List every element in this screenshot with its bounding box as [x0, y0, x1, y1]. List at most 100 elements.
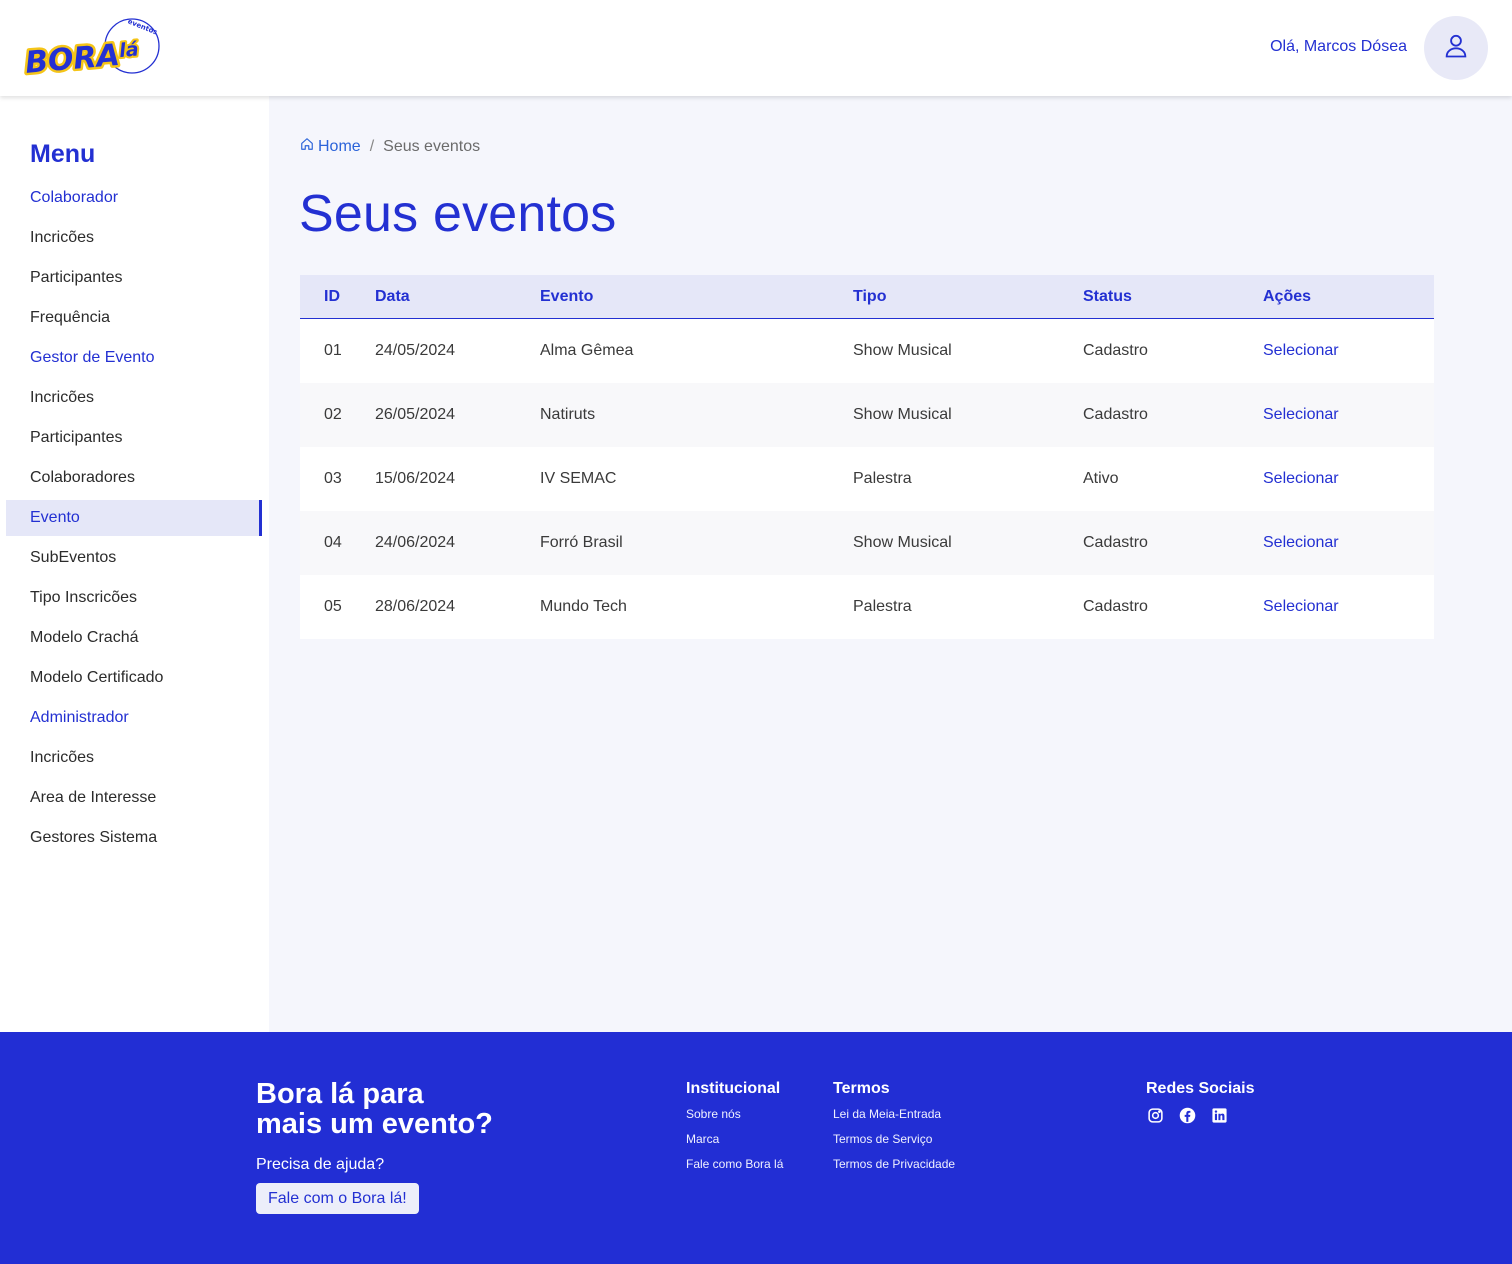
cell-status: Cadastro	[1083, 342, 1148, 359]
footer-link-marca[interactable]: Marca	[686, 1131, 783, 1156]
sidebar-item-gestores-sistema[interactable]: Gestores Sistema	[6, 820, 262, 856]
sidebar-item-gestor-participantes[interactable]: Participantes	[6, 420, 262, 456]
cell-id: 01	[324, 342, 342, 359]
menu-title: Menu	[30, 140, 96, 168]
main-content: Home / Seus eventos Seus eventos ID Data…	[269, 96, 1512, 1032]
cell-date: 24/06/2024	[375, 534, 456, 551]
select-event-link[interactable]: Selecionar	[1263, 470, 1410, 488]
breadcrumb-separator: /	[369, 137, 375, 155]
sidebar-item-colaboradores[interactable]: Colaboradores	[6, 460, 262, 496]
sidebar-section-administrador[interactable]: Administrador	[6, 700, 262, 736]
sidebar-item-evento[interactable]: Evento	[6, 500, 262, 536]
cell-status: Ativo	[1083, 470, 1119, 487]
table-row: 03 15/06/2024 IV SEMAC Palestra Ativo Se…	[300, 447, 1434, 511]
cell-type: Show Musical	[853, 342, 952, 359]
cell-id: 02	[324, 406, 342, 423]
column-header-acoes: Ações	[1263, 287, 1312, 305]
user-greeting: Olá, Marcos Dósea	[1270, 38, 1407, 55]
svg-text:BORA: BORA	[24, 38, 121, 78]
breadcrumb: Home / Seus eventos	[300, 137, 480, 156]
cell-id: 03	[324, 470, 342, 487]
footer-column-title: Institucional	[686, 1080, 781, 1097]
cell-type: Palestra	[853, 598, 912, 615]
footer-link-meia-entrada[interactable]: Lei da Meia-Entrada	[833, 1106, 955, 1131]
sidebar-section-colaborador[interactable]: Colaborador	[6, 180, 262, 216]
column-header-id: ID	[324, 287, 340, 305]
footer-help-text: Precisa de ajuda?	[256, 1156, 385, 1173]
cell-event: Forró Brasil	[540, 534, 623, 551]
svg-text:lá: lá	[118, 38, 139, 62]
user-avatar-button[interactable]	[1424, 16, 1488, 80]
cell-status: Cadastro	[1083, 406, 1148, 423]
cell-type: Show Musical	[853, 534, 952, 551]
column-header-data: Data	[375, 287, 410, 305]
social-icons	[1146, 1106, 1255, 1124]
footer-tagline-line2: mais um evento?	[256, 1108, 493, 1140]
footer-link-termos-privacidade[interactable]: Termos de Privacidade	[833, 1156, 955, 1181]
home-icon	[300, 137, 314, 156]
sidebar-item-modelo-cracha[interactable]: Modelo Crachá	[6, 620, 262, 656]
cell-event: Mundo Tech	[540, 598, 627, 615]
footer: Bora lá para mais um evento? Precisa de …	[0, 1032, 1512, 1264]
sidebar-item-area-interesse[interactable]: Area de Interesse	[6, 780, 262, 816]
column-header-evento: Evento	[540, 287, 594, 305]
page-title: Seus eventos	[299, 185, 617, 243]
cell-event: Natiruts	[540, 406, 596, 423]
footer-column-title: Redes Sociais	[1146, 1080, 1255, 1097]
column-header-status: Status	[1083, 287, 1132, 305]
footer-tagline: Bora lá para mais um evento?	[256, 1079, 493, 1139]
cell-id: 04	[324, 534, 342, 551]
table-row: 04 24/06/2024 Forró Brasil Show Musical …	[300, 511, 1434, 575]
instagram-icon[interactable]	[1146, 1106, 1164, 1124]
user-icon	[1442, 32, 1470, 65]
table-row: 02 26/05/2024 Natiruts Show Musical Cada…	[300, 383, 1434, 447]
bora-la-logo[interactable]: BORA BORA lá lá eventos	[21, 17, 164, 83]
breadcrumb-home-label[interactable]: Home	[318, 138, 361, 156]
footer-column-termos: Termos Lei da Meia-Entrada Termos de Ser…	[833, 1080, 955, 1181]
cell-event: Alma Gêmea	[540, 342, 634, 359]
cell-event: IV SEMAC	[540, 470, 617, 487]
sidebar-section-gestor-evento[interactable]: Gestor de Evento	[6, 340, 262, 376]
sidebar-item-gestor-inscricoes[interactable]: Incricões	[6, 380, 262, 416]
breadcrumb-home-link[interactable]: Home	[300, 137, 361, 156]
cell-date: 24/05/2024	[375, 342, 456, 359]
footer-link-termos-servico[interactable]: Termos de Serviço	[833, 1131, 955, 1156]
top-header: BORA BORA lá lá eventos Olá, Marcos Dóse…	[0, 0, 1512, 96]
footer-link-sobre-nos[interactable]: Sobre nós	[686, 1106, 783, 1131]
cell-date: 15/06/2024	[375, 470, 456, 487]
footer-social: Redes Sociais	[1146, 1080, 1255, 1124]
cell-status: Cadastro	[1083, 534, 1148, 551]
cell-date: 26/05/2024	[375, 406, 456, 423]
footer-column-institucional: Institucional Sobre nós Marca Fale como …	[686, 1080, 783, 1181]
cell-type: Show Musical	[853, 406, 952, 423]
column-header-tipo: Tipo	[853, 287, 887, 305]
sidebar-nav: Colaborador Incricões Participantes Freq…	[6, 180, 262, 860]
footer-link-fale-conosco[interactable]: Fale como Bora lá	[686, 1156, 783, 1181]
facebook-icon[interactable]	[1178, 1106, 1196, 1124]
sidebar-item-colaborador-inscricoes[interactable]: Incricões	[6, 220, 262, 256]
footer-column-title: Termos	[833, 1080, 890, 1097]
select-event-link[interactable]: Selecionar	[1263, 534, 1410, 552]
cell-status: Cadastro	[1083, 598, 1148, 615]
table-row: 05 28/06/2024 Mundo Tech Palestra Cadast…	[300, 575, 1434, 639]
sidebar-item-frequencia[interactable]: Frequência	[6, 300, 262, 336]
table-row: 01 24/05/2024 Alma Gêmea Show Musical Ca…	[300, 319, 1434, 383]
sidebar-item-subeventos[interactable]: SubEventos	[6, 540, 262, 576]
events-table: ID Data Evento Tipo Status Ações 01 24/0…	[300, 275, 1434, 639]
cell-type: Palestra	[853, 470, 912, 487]
footer-tagline-line1: Bora lá para	[256, 1078, 424, 1110]
cell-date: 28/06/2024	[375, 598, 456, 615]
sidebar: Menu Colaborador Incricões Participantes…	[0, 96, 269, 1032]
select-event-link[interactable]: Selecionar	[1263, 406, 1410, 424]
sidebar-item-admin-inscricoes[interactable]: Incricões	[6, 740, 262, 776]
contact-button[interactable]: Fale com o Bora lá!	[256, 1183, 419, 1214]
linkedin-icon[interactable]	[1210, 1106, 1228, 1124]
table-header: ID Data Evento Tipo Status Ações	[300, 275, 1434, 319]
cell-id: 05	[324, 598, 342, 615]
sidebar-item-tipo-inscricoes[interactable]: Tipo Inscricões	[6, 580, 262, 616]
select-event-link[interactable]: Selecionar	[1263, 342, 1410, 360]
sidebar-item-colaborador-participantes[interactable]: Participantes	[6, 260, 262, 296]
sidebar-item-modelo-certificado[interactable]: Modelo Certificado	[6, 660, 262, 696]
breadcrumb-current: Seus eventos	[383, 137, 481, 155]
select-event-link[interactable]: Selecionar	[1263, 598, 1410, 616]
